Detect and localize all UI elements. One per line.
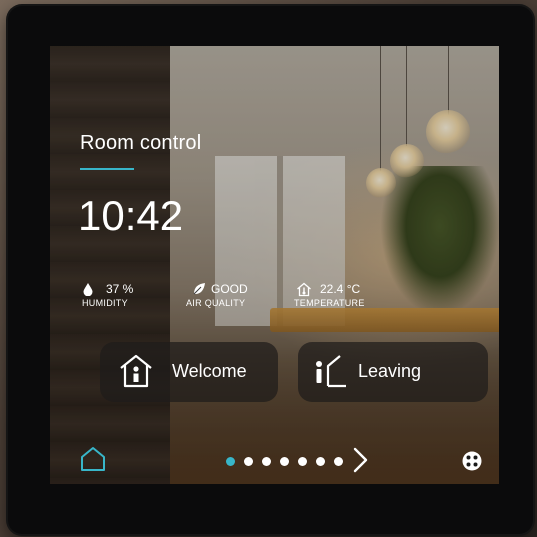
page-dot[interactable] bbox=[316, 457, 325, 466]
welcome-scene-button[interactable]: Welcome bbox=[100, 342, 278, 402]
next-page-button[interactable] bbox=[350, 446, 370, 479]
home-person-icon bbox=[120, 354, 152, 388]
temperature-value: 22.4 °C bbox=[320, 282, 361, 296]
page-dot[interactable] bbox=[334, 457, 343, 466]
grid-dots-icon bbox=[462, 451, 482, 471]
leaving-scene-button[interactable]: Leaving bbox=[298, 342, 488, 402]
home-thermometer-icon bbox=[297, 282, 311, 297]
air-quality-label: AIR QUALITY bbox=[186, 298, 246, 308]
title-underline bbox=[80, 168, 134, 170]
page-title: Room control bbox=[80, 132, 202, 154]
home-icon bbox=[81, 447, 105, 471]
welcome-scene-label: Welcome bbox=[172, 361, 247, 381]
page-dot[interactable] bbox=[298, 457, 307, 466]
background-dim-overlay bbox=[50, 46, 499, 484]
temperature-label: TEMPERATURE bbox=[294, 298, 365, 308]
more-menu-button[interactable] bbox=[462, 451, 482, 476]
home-nav-button[interactable] bbox=[80, 446, 106, 477]
page-dot[interactable] bbox=[226, 457, 235, 466]
person-leaving-door-icon bbox=[316, 355, 346, 388]
page-dot[interactable] bbox=[244, 457, 253, 466]
air-quality-value: GOOD bbox=[211, 282, 248, 296]
leaf-icon bbox=[193, 283, 205, 295]
touch-screen: Room control 10:42 37 % HUMIDITY GOOD AI… bbox=[50, 46, 499, 484]
chevron-right-icon bbox=[353, 447, 368, 473]
humidity-value: 37 % bbox=[106, 282, 134, 296]
leaving-scene-label: Leaving bbox=[358, 361, 422, 381]
humidity-label: HUMIDITY bbox=[82, 298, 128, 308]
page-dot[interactable] bbox=[262, 457, 271, 466]
water-drop-icon bbox=[83, 283, 93, 296]
page-dot[interactable] bbox=[280, 457, 289, 466]
clock-time: 10:42 bbox=[78, 192, 184, 239]
